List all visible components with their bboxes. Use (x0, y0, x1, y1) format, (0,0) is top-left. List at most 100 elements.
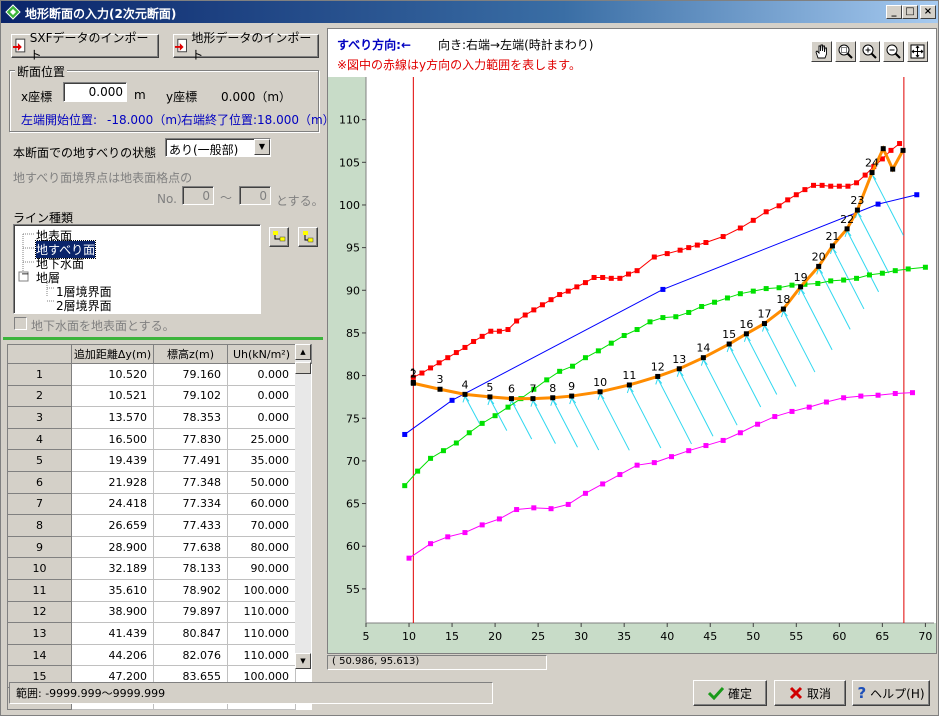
table-row[interactable]: 8 26.659 77.433 70.000 (7, 514, 312, 537)
y-tick-label: 95 (346, 242, 360, 255)
table-cell[interactable]: 79.160 (153, 363, 228, 386)
table-cell[interactable]: 19.439 (71, 449, 154, 472)
table-cell[interactable]: 77.348 (153, 470, 228, 494)
tree-item-layer2-boundary[interactable]: 2層境界面 (56, 297, 112, 314)
table-cell[interactable]: 80.000 (227, 535, 296, 559)
table-cell[interactable]: 78.133 (153, 557, 228, 580)
x-tick-label: 40 (660, 630, 674, 643)
maximize-button[interactable]: □ (902, 5, 918, 19)
sxf-import-label: SXFデータのインポート (29, 31, 149, 62)
row-header-corner (7, 344, 72, 364)
table-cell[interactable]: 35.000 (227, 449, 296, 472)
series-point (811, 182, 817, 188)
column-header-uh[interactable]: Uh(kN/m²) (227, 344, 296, 364)
help-button[interactable]: ? ヘルプ(H) (852, 680, 930, 706)
table-cell[interactable]: 77.638 (153, 535, 228, 559)
table-cell[interactable]: 79.897 (153, 600, 228, 624)
table-cell[interactable]: 25.000 (227, 427, 296, 451)
range-status: 範囲: -9999.999〜9999.999 (9, 682, 493, 704)
table-cell[interactable]: 26.659 (71, 514, 154, 537)
table-row[interactable]: 10 32.189 78.133 90.000 (7, 557, 312, 580)
series-point (582, 355, 588, 361)
table-cell[interactable]: 16.500 (71, 427, 154, 451)
table-row[interactable]: 4 16.500 77.830 25.000 (7, 427, 312, 451)
column-header-distance[interactable]: 追加距離Δy(m) (71, 344, 154, 364)
table-row[interactable]: 11 35.610 78.902 100.000 (7, 578, 312, 602)
cancel-button[interactable]: 取消 (774, 680, 846, 706)
terrain-section-chart[interactable]: 5560657075808590951001051105 10 15 20 25 30 35… (328, 29, 936, 653)
table-row[interactable]: 5 19.439 77.491 35.000 (7, 449, 312, 472)
series-point (621, 332, 627, 338)
point-label: 24 (865, 157, 879, 170)
table-cell[interactable]: 28.900 (71, 535, 154, 559)
terrain-import-button[interactable]: 地形データのインポート (173, 31, 319, 62)
collapse-icon[interactable]: − (21, 269, 29, 280)
scroll-thumb[interactable] (295, 362, 311, 374)
table-cell[interactable]: 77.491 (153, 449, 228, 472)
scroll-down-icon[interactable]: ▼ (295, 653, 311, 669)
tree-add-button[interactable] (269, 227, 289, 247)
table-cell[interactable]: 10.520 (71, 363, 154, 386)
table-cell[interactable]: 100.000 (227, 578, 296, 602)
series-point (836, 183, 842, 189)
point-label: 2 (410, 367, 417, 380)
table-row[interactable]: 3 13.570 78.353 0.000 (7, 406, 312, 429)
chevron-down-icon[interactable]: ▼ (254, 139, 270, 155)
table-cell[interactable]: 77.433 (153, 514, 228, 537)
table-cell[interactable]: 41.439 (71, 622, 154, 645)
table-cell[interactable]: 110.000 (227, 643, 296, 667)
table-cell[interactable]: 80.847 (153, 622, 228, 645)
table-row[interactable]: 7 24.418 77.334 60.000 (7, 492, 312, 516)
boundary-from-input[interactable]: 0 (182, 186, 214, 205)
table-cell[interactable]: 110.000 (227, 600, 296, 624)
table-cell[interactable]: 32.189 (71, 557, 154, 580)
sxf-import-button[interactable]: SXFデータのインポート (11, 31, 159, 62)
table-cell[interactable]: 70.000 (227, 514, 296, 537)
series-point (686, 309, 692, 315)
scroll-up-icon[interactable]: ▲ (295, 344, 311, 360)
table-cell[interactable]: 60.000 (227, 492, 296, 516)
table-cell[interactable]: 21.928 (71, 470, 154, 494)
pressure-arrow (628, 386, 662, 449)
table-cell[interactable]: 77.334 (153, 492, 228, 516)
table-row[interactable]: 12 38.900 79.897 110.000 (7, 600, 312, 624)
table-cell[interactable]: 78.353 (153, 406, 228, 429)
import-icon (12, 38, 26, 53)
ok-button[interactable]: 確定 (693, 680, 767, 706)
slide-state-select[interactable]: あり(一般部) ▼ (165, 138, 271, 157)
table-row[interactable]: 6 21.928 77.348 50.000 (7, 470, 312, 494)
table-cell[interactable]: 77.830 (153, 427, 228, 451)
boundary-to-input[interactable]: 0 (239, 186, 271, 205)
groundwater-checkbox[interactable] (14, 317, 27, 330)
table-cell[interactable]: 0.000 (227, 363, 296, 386)
column-header-elevation[interactable]: 標高z(m) (153, 344, 228, 364)
table-cell[interactable]: 50.000 (227, 470, 296, 494)
minimize-button[interactable]: _ (886, 5, 902, 19)
table-cell[interactable]: 110.000 (227, 622, 296, 645)
table-cell[interactable]: 38.900 (71, 600, 154, 624)
table-cell[interactable]: 0.000 (227, 384, 296, 408)
table-cell[interactable]: 13.570 (71, 406, 154, 429)
tree-edit-button[interactable] (298, 227, 318, 247)
table-cell[interactable]: 79.102 (153, 384, 228, 408)
table-row[interactable]: 9 28.900 77.638 80.000 (7, 535, 312, 559)
x-coord-input[interactable]: 0.000 (63, 82, 127, 102)
table-row[interactable]: 2 10.521 79.102 0.000 (7, 384, 312, 408)
table-cell[interactable]: 0.000 (227, 406, 296, 429)
table-cell[interactable]: 90.000 (227, 557, 296, 580)
pressure-arrow (599, 393, 630, 451)
table-scrollbar[interactable]: ▲ ▼ (295, 344, 311, 669)
table-cell[interactable]: 78.902 (153, 578, 228, 602)
table-row[interactable]: 13 41.439 80.847 110.000 (7, 622, 312, 645)
table-row[interactable]: 14 44.206 82.076 110.000 (7, 643, 312, 667)
table-cell[interactable]: 82.076 (153, 643, 228, 667)
table-cell[interactable]: 44.206 (71, 643, 154, 667)
table-row[interactable]: 1 10.520 79.160 0.000 (7, 363, 312, 386)
title-bar: 地形断面の入力(2次元断面) _ □ × (1, 1, 938, 23)
table-cell[interactable]: 24.418 (71, 492, 154, 516)
close-button[interactable]: × (920, 5, 936, 19)
series-point (841, 395, 847, 401)
table-cell[interactable]: 35.610 (71, 578, 154, 602)
series-point (466, 430, 472, 436)
table-cell[interactable]: 10.521 (71, 384, 154, 408)
